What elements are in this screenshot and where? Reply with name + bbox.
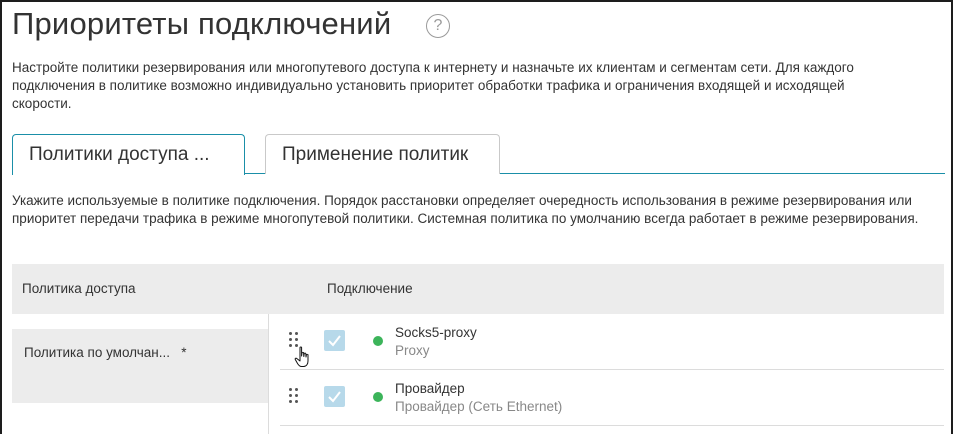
table-header: Политика доступа Подключение [12,264,944,314]
connection-type: Proxy [395,343,430,358]
column-header-policy: Политика доступа [22,281,136,296]
tab-access-policies[interactable]: Политики доступа ... [12,134,245,175]
tab-policy-application[interactable]: Применение политик [265,134,500,174]
column-divider [268,314,269,434]
status-online-indicator [373,336,383,346]
hand-pointer-icon [294,346,309,367]
policy-name: Политика по умолчан... * [24,345,187,360]
connection-row: Socks5-proxy Proxy [280,314,944,370]
connection-name: Провайдер [395,381,465,396]
page-description: Настройте политики резервирования или мн… [12,60,854,111]
page-title: Приоритеты подключений [12,6,392,41]
info-text: Укажите используемые в политике подключе… [12,193,919,226]
connection-name: Socks5-proxy [395,325,477,340]
connection-type: Провайдер (Сеть Ethernet) [395,399,563,414]
status-online-indicator [373,392,383,402]
default-policy-marker: * [181,345,187,360]
connection-row: Провайдер Провайдер (Сеть Ethernet) [280,370,944,426]
drag-handle-icon[interactable] [289,388,299,404]
connection-checkbox[interactable] [324,330,345,351]
policy-item-default[interactable]: Политика по умолчан... * [12,329,269,403]
checkmark-icon [328,391,341,403]
help-icon[interactable]: ? [426,14,450,38]
tab-bar: Политики доступа ... Применение политик [12,134,945,175]
connection-checkbox[interactable] [324,386,345,407]
checkmark-icon [328,335,341,347]
page-frame: Приоритеты подключений ? Настройте полит… [0,0,953,434]
column-header-connection: Подключение [327,281,413,296]
